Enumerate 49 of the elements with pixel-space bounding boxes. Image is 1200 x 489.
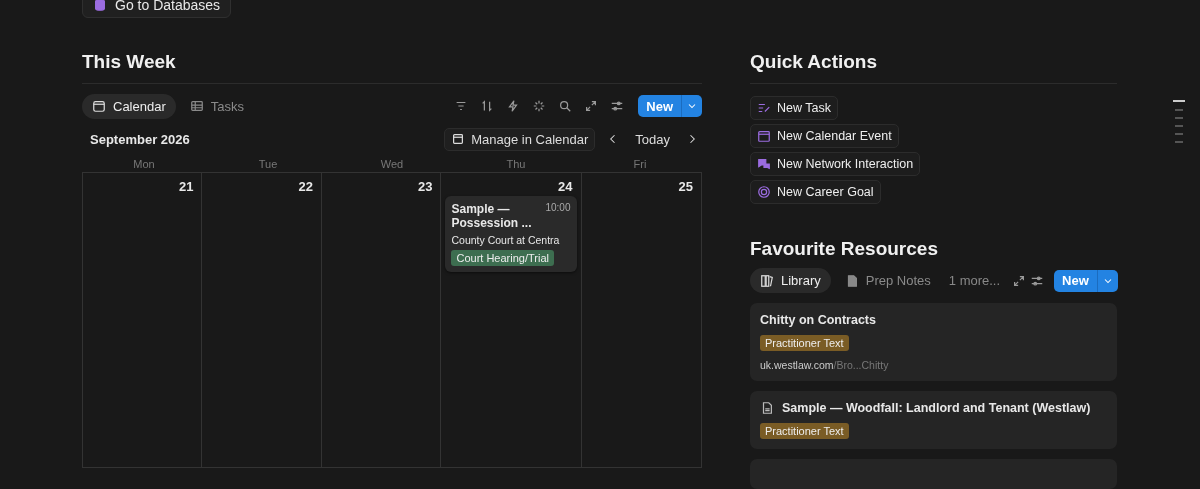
event-card[interactable]: Sample — Possession ... 10:00 County Court at Centra Court Hearing/Trial — [445, 196, 577, 272]
event-location: County Court at Centra — [451, 234, 561, 246]
weekday-label: Wed — [379, 157, 405, 172]
view-tab[interactable]: Calendar — [82, 93, 176, 119]
view-tab[interactable]: Library — [750, 268, 831, 293]
calendar-icon — [451, 132, 466, 146]
url-path: /Bro...Chitty — [833, 359, 889, 371]
chat-bubbles-icon — [757, 157, 771, 171]
resource-title: Chitty on Contracts — [760, 313, 876, 327]
resource-tag: Practitioner Text — [760, 335, 849, 351]
view-tab[interactable]: Tasks — [179, 93, 254, 119]
calendar-icon — [757, 129, 771, 143]
weekday-label: Mon — [132, 157, 156, 172]
resource-title: Sample — Woodfall: Landlord and Tenant (Westlaw) — [782, 401, 1091, 415]
section-title: Favourite Resources — [750, 238, 939, 260]
day-number: 23 — [418, 179, 434, 194]
calendar-icon — [92, 99, 106, 113]
manage-in-calendar-button[interactable]: Manage in Calendar — [444, 127, 596, 151]
go-to-databases-button[interactable]: Go to Databases — [82, 0, 232, 18]
resource-tag: Practitioner Text — [760, 423, 849, 439]
day-number: 22 — [298, 179, 314, 194]
today-button[interactable]: Today — [631, 131, 674, 147]
section-title: Quick Actions — [750, 51, 1117, 84]
day-number: 25 — [678, 179, 694, 194]
weekday-label: Fri — [632, 157, 648, 172]
event-time: 10:00 — [545, 202, 571, 213]
url-host: uk.westlaw.com — [760, 359, 834, 371]
weekday-label: Tue — [257, 157, 279, 172]
quick-action-button[interactable]: New Network Interaction — [750, 152, 921, 176]
table-icon — [189, 99, 204, 113]
weekday-label: Thu — [505, 157, 527, 172]
books-icon — [760, 273, 774, 288]
quick-action-button[interactable]: New Calendar Event — [750, 124, 899, 148]
resource-card[interactable]: Sample — Woodfall: Landlord and Tenant (Westlaw) Practitioner Text — [750, 391, 1117, 449]
document-icon — [760, 401, 774, 415]
resource-card[interactable]: Chitty on Contracts Practitioner Text uk.westlaw.com/Bro...Chitty — [750, 303, 1117, 381]
event-title: Sample — Possession ... — [451, 202, 533, 230]
event-tag: Court Hearing/Trial — [451, 250, 554, 266]
month-label: September 2026 — [90, 131, 190, 147]
target-icon — [757, 185, 771, 199]
quick-action-button[interactable]: New Career Goal — [750, 180, 881, 204]
checklist-pen-icon — [757, 101, 771, 115]
view-tab[interactable]: Prep Notes — [834, 268, 941, 293]
day-number: 21 — [179, 179, 195, 194]
section-title: This Week — [82, 51, 702, 84]
quick-action-button[interactable]: New Task — [750, 96, 838, 120]
more-views-link[interactable]: 1 more... — [944, 273, 1005, 288]
database-icon — [93, 0, 107, 12]
day-number: 24 — [558, 179, 574, 194]
